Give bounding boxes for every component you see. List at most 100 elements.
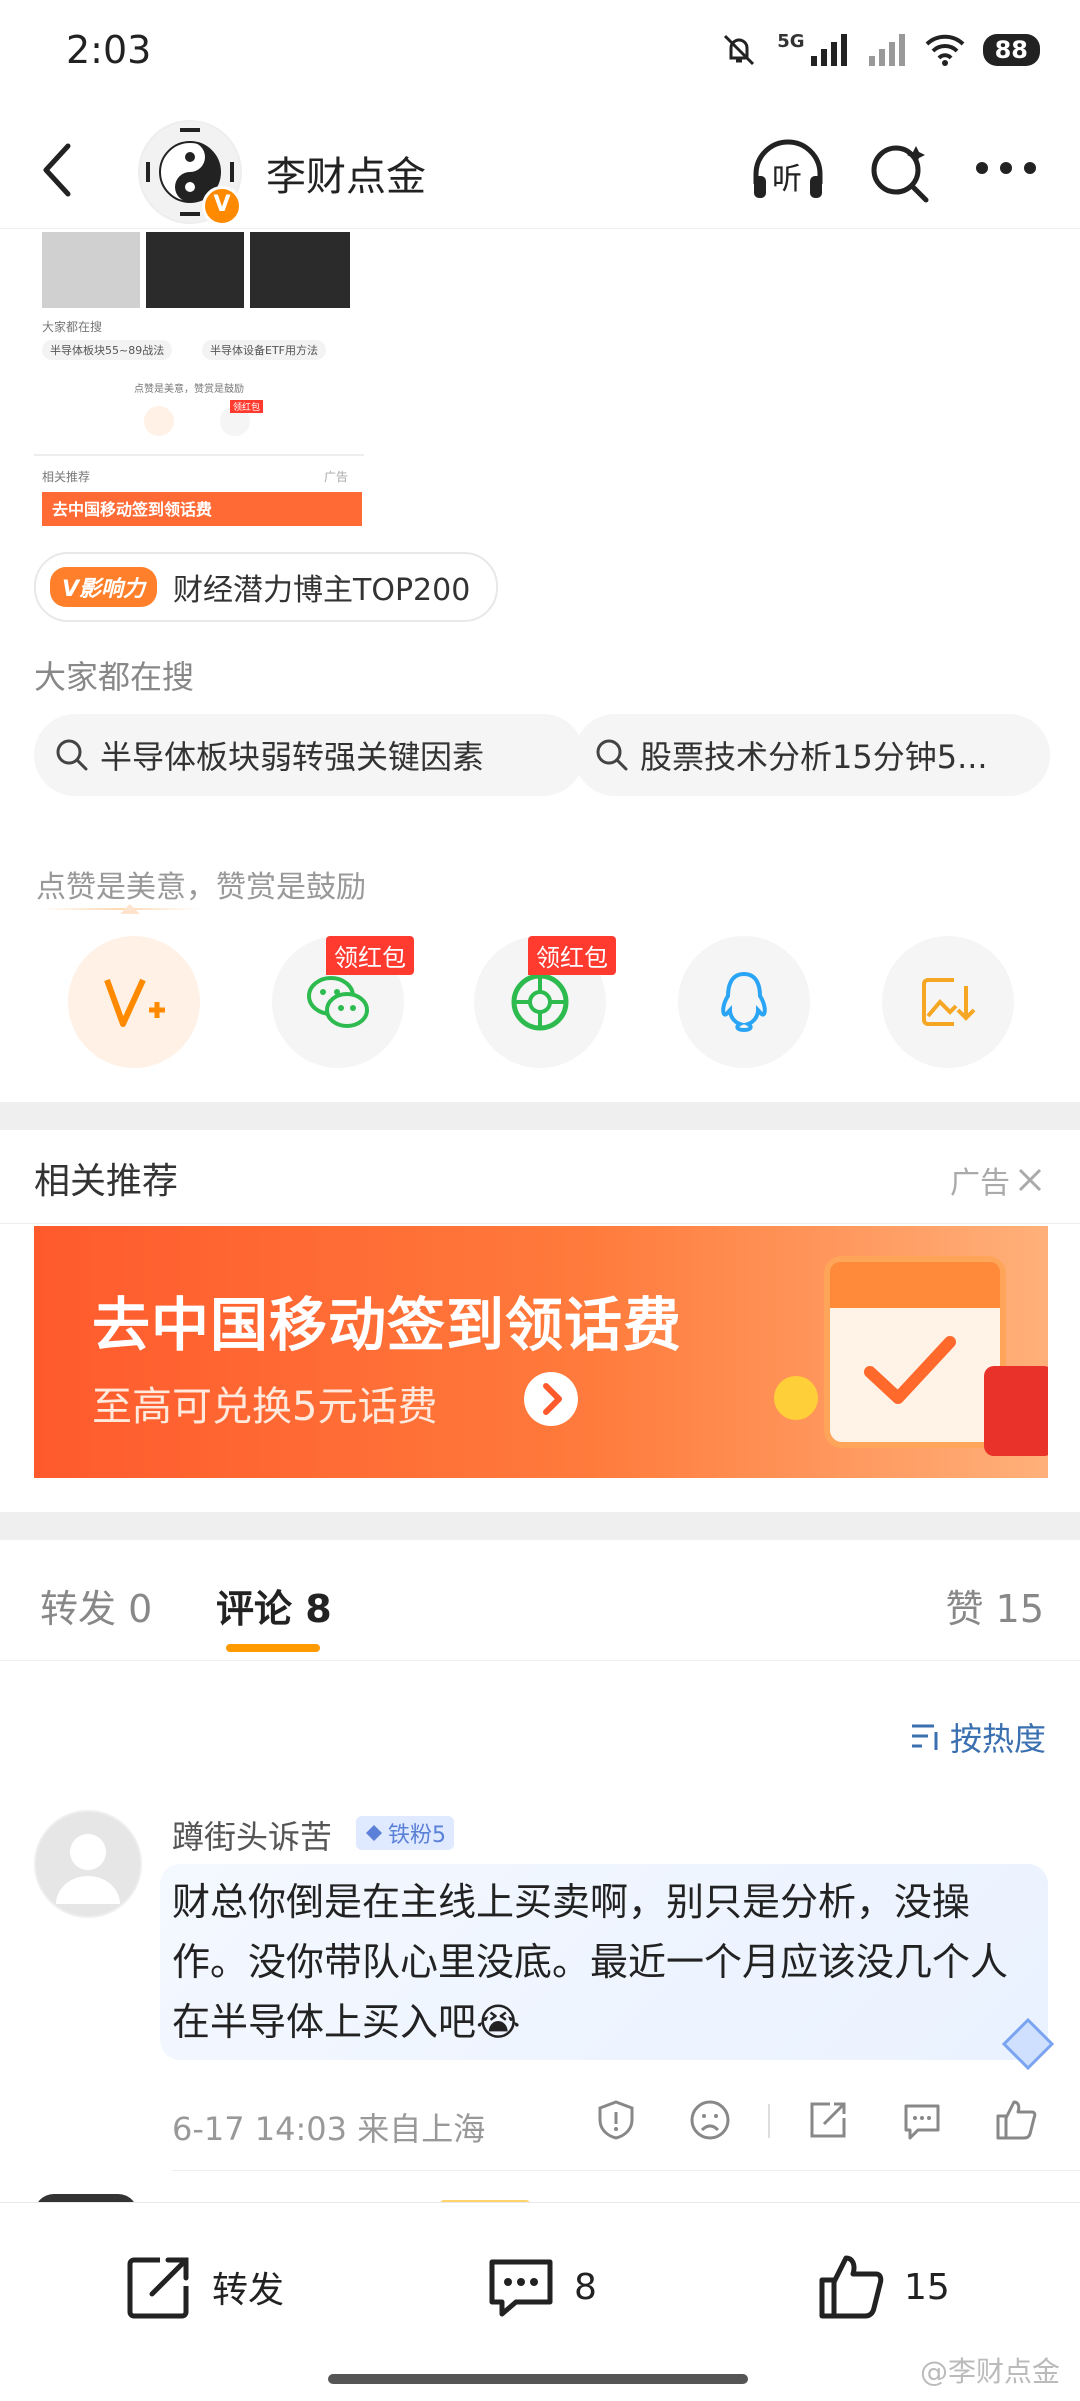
thumb-banner: 去中国移动签到领话费	[42, 492, 362, 526]
comment-location: 来自上海	[357, 2110, 486, 2148]
reply-icon[interactable]	[900, 2098, 944, 2142]
thumb-related-label: 相关推荐	[42, 470, 91, 484]
banner-go-button[interactable]	[524, 1372, 578, 1426]
thumb-reward-icon	[144, 406, 174, 436]
comment-icon	[489, 2259, 553, 2317]
tab-forward-count: 0	[128, 1587, 153, 1631]
tab-forward[interactable]: 转发 0	[40, 1578, 152, 1633]
save-image-icon	[922, 978, 976, 1026]
calendar-illustration	[824, 1256, 1006, 1448]
network-label: 5G	[777, 30, 805, 52]
forward-label: 转发	[212, 2270, 285, 2311]
forward-icon	[127, 2257, 189, 2319]
flower-decoration	[774, 1376, 818, 1420]
red-packet-tag-2: 领红包	[528, 936, 616, 975]
tab-likes-count: 15	[995, 1587, 1044, 1631]
tab-likes-label: 赞	[945, 1587, 984, 1631]
red-envelope-decoration	[984, 1366, 1048, 1456]
moments-icon	[511, 973, 569, 1031]
listen-button[interactable]: 听	[748, 138, 828, 206]
reward-caret	[120, 904, 140, 914]
section-spacer-2	[0, 1512, 1080, 1540]
status-time: 2:03	[66, 28, 152, 72]
search-chip-2[interactable]: 股票技术分析15分钟5...	[574, 714, 1050, 796]
like-count: 15	[904, 2266, 950, 2308]
save-image-button[interactable]	[882, 936, 1014, 1068]
influence-text: 财经潜力博主TOP200	[173, 573, 471, 608]
share-qq-button[interactable]	[678, 936, 810, 1068]
watermark: @李财点金	[919, 2355, 1060, 2388]
tab-comments[interactable]: 评论 8	[216, 1578, 332, 1633]
status-icons: 5G 88	[719, 30, 1040, 70]
like-button[interactable]: 15	[816, 2252, 950, 2322]
article-thumbnail[interactable]: 大家都在搜 半导体板块55~89战法 半导体设备ETF用方法 点赞是美意，赞赏是…	[34, 230, 364, 526]
fan-badge: 铁粉5	[356, 1816, 454, 1850]
comment-count: 8	[574, 2266, 597, 2308]
diamond-decoration-icon	[1001, 2017, 1055, 2071]
thumbs-up-icon	[819, 2255, 884, 2319]
page-title: 李财点金	[266, 154, 426, 200]
thumb-search-label: 大家都在搜	[42, 320, 103, 334]
qq-icon	[721, 971, 767, 1033]
related-title: 相关推荐	[34, 1161, 179, 1202]
default-avatar-icon	[56, 1834, 120, 1904]
thumb-chip-2: 半导体设备ETF用方法	[202, 340, 326, 360]
commenter-name[interactable]: 蹲街头诉苦	[172, 1812, 332, 1858]
signal-icon-2	[868, 34, 905, 66]
ad-banner[interactable]: 去中国移动签到领话费 至高可兑换5元话费	[34, 1226, 1048, 1478]
tab-comments-label: 评论	[216, 1587, 293, 1631]
dislike-face-icon[interactable]	[688, 2098, 732, 2142]
commenter-avatar[interactable]	[34, 1810, 142, 1918]
ad-label: 广告	[950, 1166, 1010, 1201]
search-icon[interactable]	[866, 138, 936, 208]
share-comment-icon[interactable]	[806, 2098, 850, 2142]
search-section-label: 大家都在搜	[34, 658, 195, 696]
wechat-icon	[307, 976, 369, 1028]
thumb-reward-text: 点赞是美意，赞赏是鼓励	[134, 384, 244, 395]
search-icon	[56, 739, 88, 771]
search-icon	[596, 739, 628, 771]
reward-button[interactable]	[68, 936, 200, 1068]
search-chip-1[interactable]: 半导体板块弱转强关键因素	[34, 714, 584, 796]
thumb-image-1	[42, 232, 140, 308]
thumbs-up-icon[interactable]	[994, 2098, 1038, 2142]
tabs-divider	[0, 1660, 1080, 1661]
v-plus-icon	[104, 978, 165, 1027]
search-chip-1-label: 半导体板块弱转强关键因素	[100, 738, 485, 776]
back-arrow-icon[interactable]	[38, 140, 78, 200]
report-icon[interactable]	[594, 2098, 638, 2142]
wifi-icon	[925, 34, 964, 66]
banner-subtitle: 至高可兑换5元话费	[92, 1384, 438, 1430]
section-spacer	[0, 1102, 1080, 1130]
action-separator	[768, 2104, 770, 2138]
tab-comments-count: 8	[305, 1587, 332, 1631]
comment-meta: 6-17 14:03 来自上海	[172, 2104, 485, 2150]
comment-time: 6-17 14:03	[172, 2110, 348, 2148]
chevron-right-icon	[543, 1383, 562, 1415]
header-divider	[0, 228, 1080, 229]
comment-text: 财总你倒是在主线上买卖啊，别只是分析，没操作。没你带队心里没底。最近一个月应该没…	[172, 1880, 1009, 2044]
sort-icon	[911, 1724, 938, 1750]
ad-close-button[interactable]: 广告	[950, 1158, 1044, 1202]
influence-tag: V影响力	[50, 567, 158, 607]
diamond-icon	[366, 1825, 382, 1841]
more-options-icon[interactable]	[974, 160, 1038, 176]
listen-label: 听	[772, 162, 802, 197]
home-indicator[interactable]	[328, 2374, 748, 2384]
sort-button[interactable]: 按热度	[910, 1714, 1046, 1760]
banner-headline: 去中国移动签到领话费	[92, 1291, 683, 1359]
comment-button[interactable]: 8	[486, 2252, 597, 2322]
mute-bell-icon	[724, 34, 755, 66]
active-tab-indicator	[226, 1644, 320, 1652]
fan-badge-label: 铁粉5	[388, 1823, 446, 1848]
thumb-red-tag: 领红包	[230, 400, 264, 413]
forward-button[interactable]: 转发	[124, 2252, 284, 2322]
thumb-image-3	[250, 232, 350, 308]
influence-pill[interactable]: V影响力 财经潜力博主TOP200	[34, 552, 499, 622]
battery-indicator: 88	[982, 34, 1040, 66]
search-chip-2-label: 股票技术分析15分钟5...	[640, 738, 988, 776]
sort-label: 按热度	[949, 1720, 1046, 1758]
red-packet-tag: 领红包	[326, 936, 414, 975]
tab-likes[interactable]: 赞 15	[946, 1578, 1044, 1633]
signal-icon	[810, 34, 847, 66]
